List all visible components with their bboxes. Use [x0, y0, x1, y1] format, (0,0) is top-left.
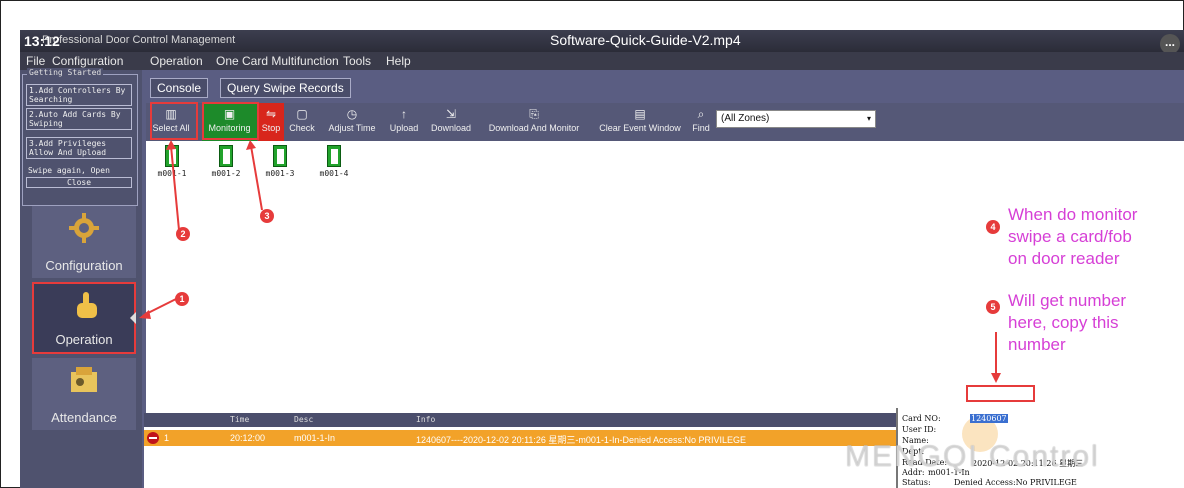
note-line: on door reader — [1008, 249, 1120, 268]
step-badge-1: 1 — [175, 292, 189, 306]
note-monitor-swipe: When do monitor swipe a card/fob on door… — [1008, 204, 1137, 270]
note-line: When do monitor — [1008, 205, 1138, 224]
note-line: number — [1008, 335, 1066, 354]
annotation-arrows — [139, 140, 1001, 383]
step-badge-2: 2 — [176, 227, 190, 241]
step-badge-5: 5 — [986, 300, 1000, 314]
note-line: Will get number — [1008, 291, 1127, 310]
note-line: swipe a card/fob — [1008, 227, 1132, 246]
note-copy-number: Will get number here, copy this number — [1008, 290, 1126, 356]
step-badge-4: 4 — [986, 220, 1000, 234]
step-badge-3: 3 — [260, 209, 274, 223]
note-line: here, copy this — [1008, 313, 1119, 332]
